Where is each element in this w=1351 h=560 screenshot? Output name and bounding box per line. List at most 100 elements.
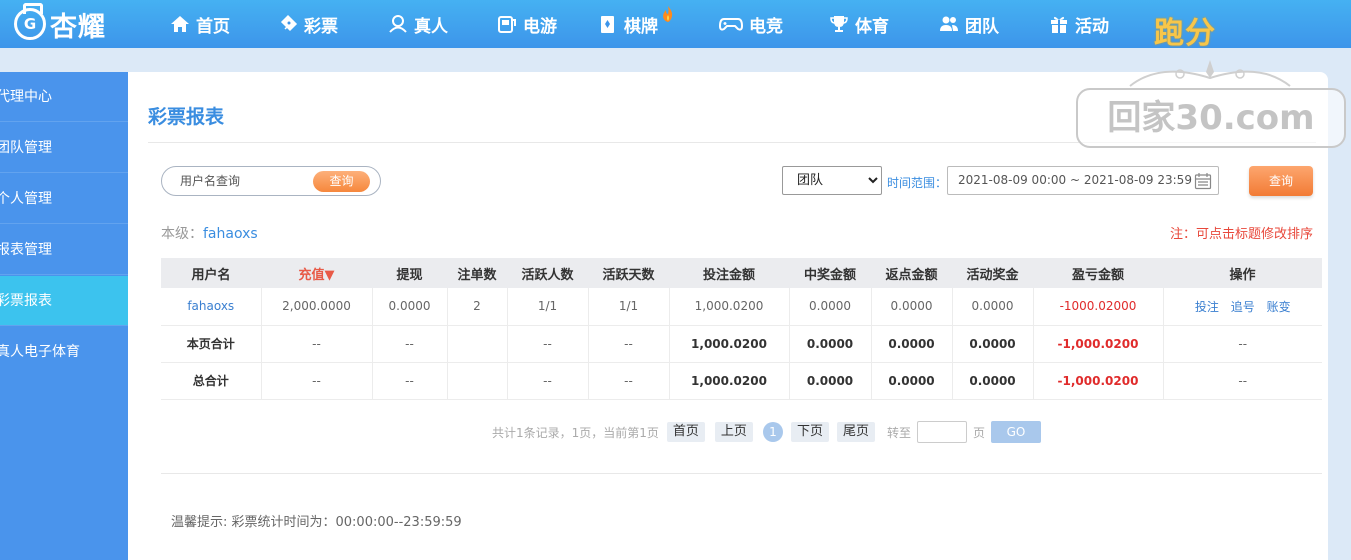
sidebar-item-team-management[interactable]: 团队管理 — [0, 123, 128, 173]
person-icon — [388, 14, 408, 34]
nav-slots[interactable]: 电游 — [497, 12, 557, 37]
cell-label: 总合计 — [161, 362, 262, 400]
cell-active-days: -- — [588, 325, 670, 363]
chase-record-link[interactable]: 追号 — [1231, 300, 1255, 314]
cell-actions: 投注 追号 账变 — [1163, 288, 1322, 326]
sidebar-item-personal-management[interactable]: 个人管理 — [0, 174, 128, 224]
sidebar-item-report-management[interactable]: 报表管理 — [0, 225, 128, 275]
account-change-link[interactable]: 账变 — [1267, 300, 1291, 314]
cell-recharge: 2,000.0000 — [261, 288, 373, 326]
next-page-button[interactable]: 下页 — [790, 422, 829, 442]
col-header-win-amount[interactable]: 中奖金额 — [789, 258, 871, 288]
col-header-username[interactable]: 用户名 — [161, 258, 261, 288]
nav-label: 电游 — [523, 16, 557, 37]
sort-note: 注：可点击标题修改排序 — [1169, 227, 1313, 242]
col-header-active-users[interactable]: 活跃人数 — [507, 258, 588, 288]
cell-active-users: -- — [507, 362, 589, 400]
cell-recharge: -- — [261, 325, 373, 363]
lottery-report-table: 用户名 充值▼ 提现 注单数 活跃人数 活跃天数 投注金额 中奖金额 返点金额 … — [161, 258, 1322, 400]
sidebar-item-live-sports[interactable]: 真人电子体育 — [0, 327, 128, 377]
team-icon — [939, 14, 959, 34]
cell-active-days: -- — [588, 362, 670, 400]
cell-win: 0.0000 — [789, 288, 872, 326]
cell-actions: -- — [1163, 362, 1322, 400]
gift-icon — [1049, 14, 1069, 34]
cell-profit: -1000.02000 — [1033, 288, 1164, 326]
cell-active-days: 1/1 — [588, 288, 670, 326]
date-range-value: 2021-08-09 00:00 ~ 2021-08-09 23:59 — [958, 173, 1192, 187]
cell-username[interactable]: fahaoxs — [161, 288, 262, 326]
table-header-row: 用户名 充值▼ 提现 注单数 活跃人数 活跃天数 投注金额 中奖金额 返点金额 … — [161, 258, 1322, 288]
hot-flame-icon — [663, 6, 673, 22]
watermark: 回家30.com — [1076, 88, 1346, 148]
nav-home[interactable]: 首页 — [170, 12, 230, 37]
nav-label: 彩票 — [304, 16, 338, 37]
nav-label: 体育 — [855, 16, 889, 37]
cell-bonus: 0.0000 — [952, 288, 1034, 326]
stats-time-tip: 温馨提示: 彩票统计时间为：00:00:00--23:59:59 — [171, 515, 462, 530]
last-page-button[interactable]: 尾页 — [836, 422, 875, 442]
current-page[interactable]: 1 — [762, 422, 783, 442]
paofen-promo[interactable]: 跑分 — [1154, 8, 1216, 52]
col-header-bet-amount[interactable]: 投注金额 — [669, 258, 789, 288]
nav-label: 真人 — [414, 16, 448, 37]
bet-record-link[interactable]: 投注 — [1195, 300, 1219, 314]
username-search-input[interactable] — [180, 172, 310, 190]
search-button[interactable]: 查询 — [313, 171, 370, 192]
calendar-icon[interactable] — [1194, 172, 1212, 190]
scope-select[interactable]: 团队 — [782, 166, 882, 195]
nav-label: 活动 — [1075, 16, 1109, 37]
level-user-link[interactable]: fahaoxs — [203, 226, 258, 242]
nav-esports[interactable]: 电竞 — [719, 12, 783, 37]
nav-sports[interactable]: 体育 — [829, 12, 889, 37]
logo-icon: G — [14, 3, 46, 40]
level-prefix: 本级： — [161, 226, 203, 242]
cell-actions: -- — [1163, 325, 1322, 363]
date-range-input[interactable]: 2021-08-09 00:00 ~ 2021-08-09 23:59 — [947, 166, 1219, 195]
trophy-icon — [829, 14, 849, 34]
nav-live[interactable]: 真人 — [388, 12, 448, 37]
cards-icon — [598, 14, 618, 34]
pagination: 共计1条记录，1页，当前第1页 首页 上页 1 下页 尾页 转至 页 GO — [492, 421, 1041, 443]
jump-label: 转至 — [886, 425, 911, 440]
nav-events[interactable]: 活动 — [1049, 12, 1109, 37]
prev-page-button[interactable]: 上页 — [714, 422, 753, 442]
page-total-row: 本页合计 -- -- -- -- 1,000.0200 0.0000 0.000… — [161, 325, 1322, 363]
col-header-active-days[interactable]: 活跃天数 — [588, 258, 669, 288]
col-header-rebate[interactable]: 返点金额 — [871, 258, 952, 288]
grand-total-row: 总合计 -- -- -- -- 1,000.0200 0.0000 0.0000… — [161, 362, 1322, 400]
col-header-withdraw[interactable]: 提现 — [372, 258, 447, 288]
pagination-summary: 共计1条记录，1页，当前第1页 — [492, 425, 659, 440]
sidebar-item-lottery-report[interactable]: 彩票报表 — [0, 276, 128, 326]
top-nav-bar: G 杏耀 首页 彩票 真人 电游 棋牌 电竞 体育 团队 活动 跑分 — [0, 0, 1351, 51]
col-header-profit[interactable]: 盈亏金额 — [1033, 258, 1163, 288]
cell-withdraw: 0.0000 — [372, 288, 448, 326]
logo-text: 杏耀 — [50, 11, 106, 43]
jump-page-input[interactable] — [916, 421, 967, 443]
col-header-orders[interactable]: 注单数 — [447, 258, 507, 288]
nav-cards[interactable]: 棋牌 — [598, 12, 658, 37]
nav-lottery[interactable]: 彩票 — [278, 12, 338, 37]
go-button[interactable]: GO — [991, 421, 1041, 443]
cell-withdraw: -- — [372, 362, 448, 400]
nav-label: 团队 — [965, 16, 999, 37]
time-range-label: 时间范围： — [887, 176, 948, 190]
col-header-recharge[interactable]: 充值▼ — [261, 258, 372, 288]
first-page-button[interactable]: 首页 — [666, 422, 705, 442]
cell-bet: 1,000.0200 — [669, 288, 790, 326]
cell-orders — [447, 362, 508, 400]
search-box: 查询 — [161, 166, 381, 196]
watermark-ornament — [1129, 60, 1291, 87]
nav-team[interactable]: 团队 — [939, 12, 999, 37]
nav-label: 电竞 — [749, 16, 783, 37]
cell-orders: 2 — [447, 288, 508, 326]
query-button[interactable]: 查询 — [1249, 166, 1313, 196]
sidebar-item-agent-center[interactable]: 代理中心 — [0, 72, 128, 122]
cell-label: 本页合计 — [161, 325, 262, 363]
cell-withdraw: -- — [372, 325, 448, 363]
cell-bet: 1,000.0200 — [669, 325, 790, 363]
logo[interactable]: G 杏耀 — [14, 3, 106, 43]
slot-icon — [497, 14, 517, 34]
nav-label: 首页 — [196, 16, 230, 37]
col-header-bonus[interactable]: 活动奖金 — [952, 258, 1033, 288]
